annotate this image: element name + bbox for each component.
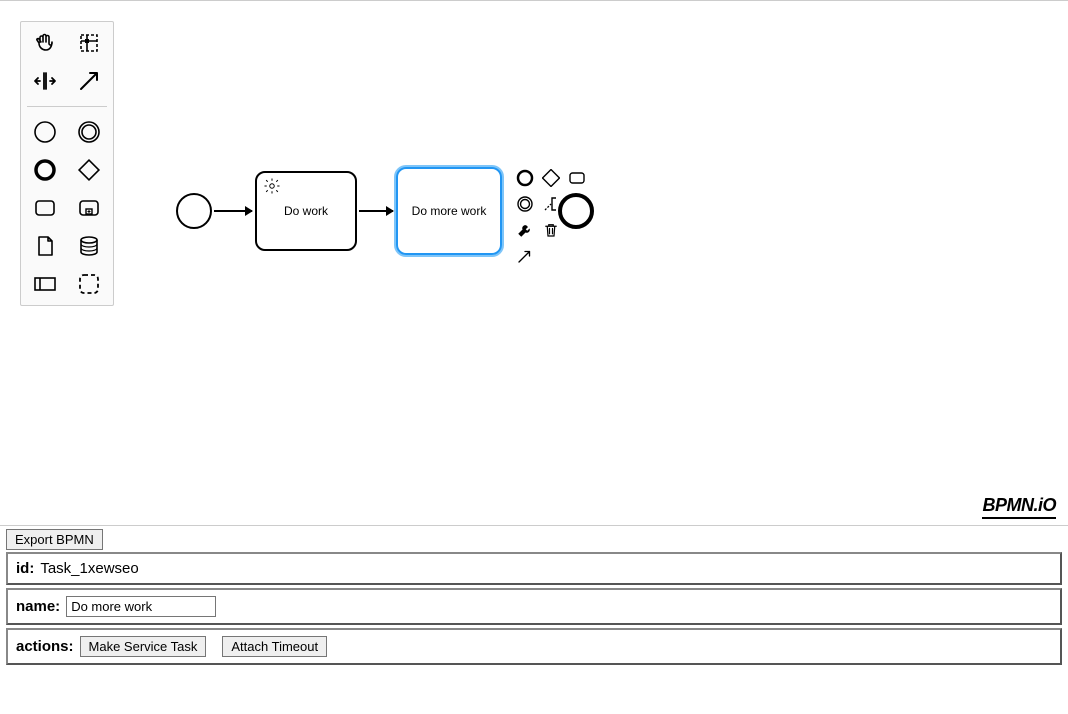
name-label: name: — [16, 598, 60, 615]
connect-arrow-icon — [516, 247, 534, 265]
append-task[interactable] — [566, 167, 588, 189]
make-service-task-button[interactable]: Make Service Task — [80, 636, 207, 657]
task-do-more-work[interactable]: Do more work — [396, 167, 502, 255]
name-input[interactable] — [66, 596, 216, 617]
append-end-event-preview[interactable] — [558, 193, 594, 229]
sequence-flow-1[interactable] — [214, 210, 252, 212]
id-label: id: — [16, 560, 34, 577]
wrench-icon — [516, 221, 534, 239]
task-label: Do more work — [412, 204, 487, 218]
prop-row-name: name: — [6, 588, 1062, 625]
delete-action[interactable] — [540, 219, 562, 241]
append-end-event[interactable] — [514, 167, 536, 189]
gateway-icon — [542, 169, 560, 187]
properties-panel: Export BPMN id: Task_1xewseo name: actio… — [6, 529, 1062, 668]
append-gateway[interactable] — [540, 167, 562, 189]
actions-label: actions: — [16, 638, 74, 655]
task-label: Do work — [284, 204, 328, 218]
diagram-surface[interactable]: Do work Do more work — [0, 1, 1068, 525]
bpmn-io-logo[interactable]: BPMN.iO — [982, 495, 1056, 519]
task-do-work[interactable]: Do work — [255, 171, 357, 251]
wrench-action[interactable] — [514, 219, 536, 241]
trash-icon — [542, 221, 560, 239]
end-event-icon — [516, 169, 534, 187]
prop-row-actions: actions: Make Service Task Attach Timeou… — [6, 628, 1062, 665]
attach-timeout-button[interactable]: Attach Timeout — [222, 636, 327, 657]
app-root: Do work Do more work BPMN.iO — [0, 0, 1068, 714]
id-value: Task_1xewseo — [40, 560, 138, 577]
canvas-area[interactable]: Do work Do more work BPMN.iO — [0, 1, 1068, 526]
export-bpmn-button[interactable]: Export BPMN — [6, 529, 103, 550]
start-event-node[interactable] — [176, 193, 212, 229]
prop-row-id: id: Task_1xewseo — [6, 552, 1062, 585]
connect-action[interactable] — [514, 245, 536, 267]
service-task-icon — [263, 177, 281, 198]
intermediate-event-icon — [516, 195, 534, 213]
append-intermediate-event[interactable] — [514, 193, 536, 215]
task-icon — [568, 169, 586, 187]
sequence-flow-2[interactable] — [359, 210, 393, 212]
